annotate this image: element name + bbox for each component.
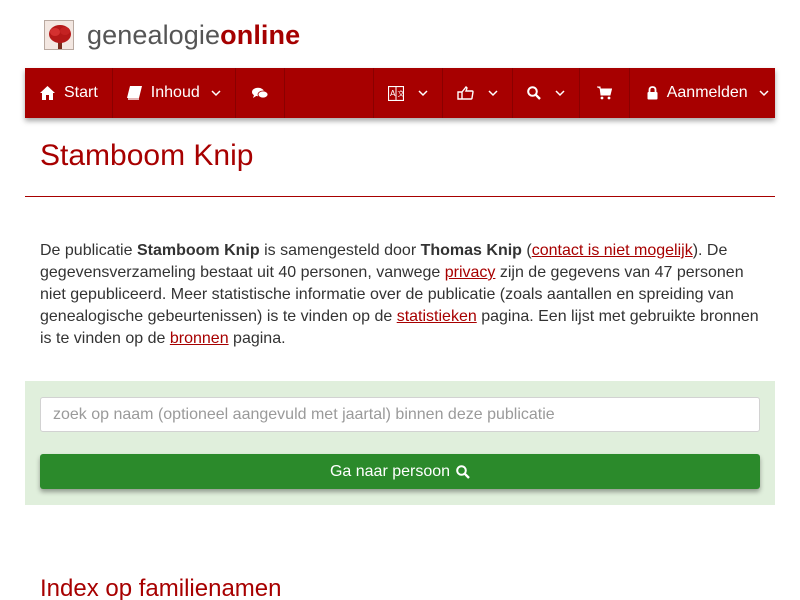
privacy-link[interactable]: privacy	[445, 264, 496, 281]
nav-language[interactable]: A文	[374, 68, 443, 118]
nav-login-label: Aanmelden	[666, 84, 748, 101]
intro-text: De publicatie	[40, 242, 137, 259]
nav-inhoud[interactable]: Inhoud	[113, 68, 236, 118]
hand-pointer-icon	[457, 86, 474, 100]
main-navbar: Start Inhoud A文 Aanmelden	[25, 68, 775, 118]
cart-icon	[596, 86, 612, 100]
home-icon	[40, 86, 55, 100]
chevron-down-icon	[211, 89, 221, 97]
tree-logo-icon[interactable]	[44, 20, 74, 50]
search-icon	[456, 464, 470, 479]
statistics-link[interactable]: statistieken	[397, 308, 477, 325]
person-search-input[interactable]	[40, 397, 760, 432]
publication-name: Stamboom Knip	[136, 242, 260, 259]
brand-part-online: online	[220, 20, 301, 50]
language-icon: A文	[387, 85, 404, 101]
intro-text: (	[521, 242, 532, 259]
surname-index-heading: Index op familienamen	[40, 575, 282, 600]
lock-icon	[647, 86, 658, 100]
person-search-panel: Ga naar persoon	[25, 381, 775, 505]
site-header: genealogieonline	[44, 18, 300, 52]
sources-link[interactable]: bronnen	[170, 330, 229, 347]
nav-share[interactable]	[443, 68, 513, 118]
chevron-down-icon	[488, 89, 498, 97]
nav-start-label: Start	[64, 84, 98, 101]
book-icon	[126, 86, 142, 100]
svg-text:A: A	[390, 89, 396, 98]
chevron-down-icon	[759, 89, 769, 97]
page-title: Stamboom Knip	[40, 139, 254, 172]
site-brand[interactable]: genealogieonline	[87, 18, 300, 52]
chevron-down-icon	[418, 89, 428, 97]
nav-inhoud-label: Inhoud	[150, 84, 200, 101]
contact-link[interactable]: contact is niet mogelijk	[532, 242, 693, 259]
chevron-down-icon	[555, 89, 565, 97]
intro-text: is samengesteld door	[259, 242, 421, 259]
author-name: Thomas Knip	[420, 242, 522, 259]
comments-icon	[251, 87, 268, 100]
svg-text:文: 文	[397, 89, 404, 98]
nav-spacer	[285, 68, 374, 118]
publication-intro: De publicatie Stamboom Knip is samengest…	[40, 240, 765, 350]
title-divider	[25, 196, 775, 197]
go-to-person-button[interactable]: Ga naar persoon	[40, 454, 760, 489]
search-icon	[526, 86, 541, 100]
nav-forum[interactable]	[236, 68, 285, 118]
intro-text: pagina.	[228, 330, 286, 347]
nav-start[interactable]: Start	[25, 68, 113, 118]
brand-part-genealogie: genealogie	[87, 20, 221, 50]
nav-search[interactable]	[513, 68, 580, 118]
nav-login[interactable]: Aanmelden	[630, 68, 783, 118]
nav-cart[interactable]	[580, 68, 630, 118]
go-to-person-label: Ga naar persoon	[329, 462, 451, 480]
